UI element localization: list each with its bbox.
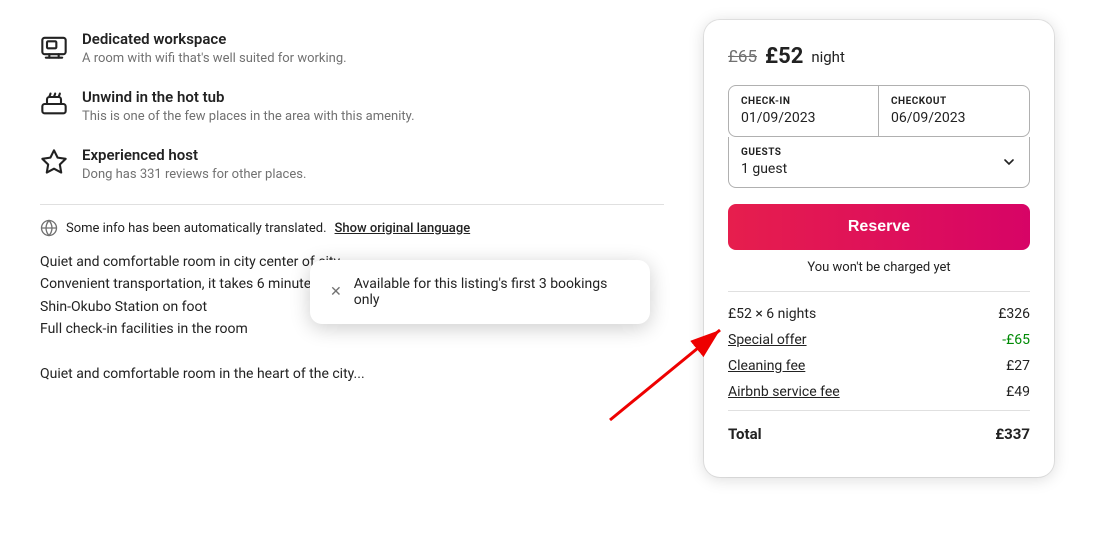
booking-card: £65 £52 night CHECK-IN 01/09/2023 CHECKO… [704,20,1054,477]
special-offer-amount: -£65 [1002,332,1030,348]
price-header: £65 £52 night [728,44,1030,69]
breakdown-row-cleaning: Cleaning fee £27 [728,358,1030,374]
checkout-cell[interactable]: CHECKOUT 06/09/2023 [879,86,1029,136]
breakdown-row-service-fee: Airbnb service fee £49 [728,384,1030,400]
checkout-value: 06/09/2023 [891,110,1017,126]
hot-tub-icon [40,90,68,118]
breakdown-row-special-offer: Special offer -£65 [728,332,1030,348]
tooltip-message: Available for this listing's first 3 boo… [354,276,630,308]
show-original-link[interactable]: Show original language [335,221,471,236]
guests-label: GUESTS [741,147,787,158]
chevron-down-icon [1001,154,1017,170]
tooltip-popup: ✕ Available for this listing's first 3 b… [310,260,650,324]
price-breakdown: £52 × 6 nights £326 Special offer -£65 C… [728,291,1030,443]
service-fee-amount: £49 [1006,384,1030,400]
feature-host-title: Experienced host [82,146,306,164]
checkin-cell[interactable]: CHECK-IN 01/09/2023 [729,86,879,136]
feature-hot-tub-desc: This is one of the few places in the are… [82,109,415,124]
divider [40,204,664,205]
service-fee-link[interactable]: Airbnb service fee [728,384,840,400]
total-label: Total [728,425,762,443]
breakdown-row-total: Total £337 [728,410,1030,443]
feature-workspace-title: Dedicated workspace [82,30,347,48]
workspace-icon [40,32,68,60]
feature-hot-tub-title: Unwind in the hot tub [82,88,415,106]
cleaning-fee-amount: £27 [1006,358,1030,374]
star-icon [40,148,68,176]
feature-host-desc: Dong has 331 reviews for other places. [82,167,306,182]
guests-content: GUESTS 1 guest [741,147,787,177]
breakdown-nights-label: £52 × 6 nights [728,306,816,322]
total-amount: £337 [995,425,1030,443]
feature-host-text: Experienced host Dong has 331 reviews fo… [82,146,306,182]
breakdown-row-nights: £52 × 6 nights £326 [728,306,1030,322]
tooltip-close-button[interactable]: ✕ [330,284,342,300]
feature-hot-tub-text: Unwind in the hot tub This is one of the… [82,88,415,124]
feature-host: Experienced host Dong has 331 reviews fo… [40,146,664,182]
reserve-button[interactable]: Reserve [728,204,1030,250]
feature-workspace-text: Dedicated workspace A room with wifi tha… [82,30,347,66]
price-current: £52 [765,44,803,69]
special-offer-link[interactable]: Special offer [728,332,807,348]
checkout-label: CHECKOUT [891,96,1017,107]
translation-text: Some info has been automatically transla… [66,221,327,236]
breakdown-nights-amount: £326 [998,306,1030,322]
feature-workspace: Dedicated workspace A room with wifi tha… [40,30,664,66]
date-grid[interactable]: CHECK-IN 01/09/2023 CHECKOUT 06/09/2023 [728,85,1030,137]
checkin-label: CHECK-IN [741,96,866,107]
feature-workspace-desc: A room with wifi that's well suited for … [82,51,347,66]
translate-icon [40,219,58,237]
price-night: night [811,48,845,66]
price-original: £65 [728,47,757,67]
cleaning-fee-link[interactable]: Cleaning fee [728,358,805,374]
feature-hot-tub: Unwind in the hot tub This is one of the… [40,88,664,124]
guests-value: 1 guest [741,161,787,177]
checkin-value: 01/09/2023 [741,110,866,126]
translation-notice: Some info has been automatically transla… [40,219,664,237]
guests-cell[interactable]: GUESTS 1 guest [728,137,1030,188]
no-charge-text: You won't be charged yet [728,260,1030,275]
